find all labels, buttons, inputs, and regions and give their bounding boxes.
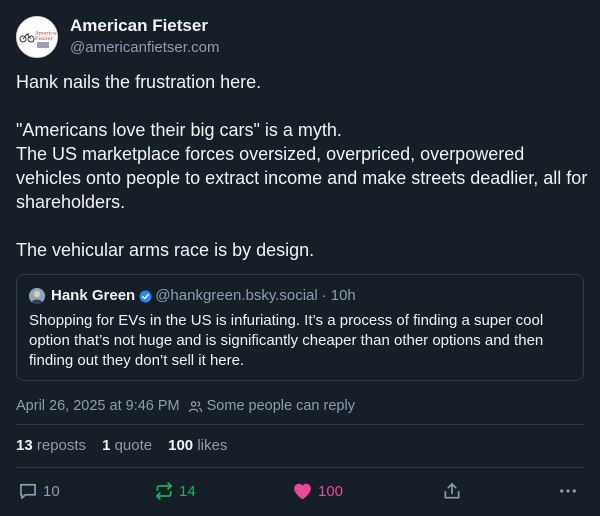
quotes-label: quote	[114, 437, 153, 454]
repost-icon	[154, 481, 174, 501]
quote-separator: ·	[321, 287, 327, 304]
repost-count: 14	[179, 482, 196, 500]
author-avatar[interactable]: American Fietser	[16, 16, 58, 58]
quote-timestamp[interactable]: 10h	[331, 287, 356, 305]
verified-badge-icon	[139, 290, 152, 303]
repost-button[interactable]: 14	[154, 478, 196, 504]
likes-count: 100	[168, 437, 194, 454]
author-names: American Fietser @americanfietser.com	[70, 16, 219, 58]
post-meta: April 26, 2025 at 9:46 PM Some people ca…	[16, 397, 355, 415]
post-paragraph: Hank nails the frustration here.	[16, 72, 262, 92]
post-paragraph: "Americans love their big cars" is a myt…	[16, 120, 342, 140]
post-body: Hank nails the frustration here. "Americ…	[16, 70, 588, 262]
action-bar: 10 14 100	[0, 478, 600, 504]
reposts-label: reposts	[36, 437, 87, 454]
quote-author-name[interactable]: Hank Green	[51, 287, 135, 305]
heart-icon	[292, 481, 313, 502]
reply-count: 10	[43, 482, 60, 500]
reply-button[interactable]: 10	[18, 478, 60, 504]
post-header: American Fietser American Fietser @ameri…	[16, 16, 219, 58]
post-card: American Fietser American Fietser @ameri…	[0, 0, 600, 516]
quotes-count: 1	[102, 437, 111, 454]
quoted-post[interactable]: Hank Green @hankgreen.bsky.social · 10h …	[16, 274, 584, 381]
share-icon	[442, 481, 462, 501]
likes-label: likes	[197, 437, 228, 454]
more-icon	[558, 481, 578, 501]
author-handle[interactable]: @americanfietser.com	[70, 38, 219, 58]
post-timestamp: April 26, 2025 at 9:46 PM	[16, 398, 180, 414]
svg-text:Fietser: Fietser	[35, 36, 54, 42]
reposts-stat[interactable]: 13 reposts	[16, 436, 86, 456]
reposts-count: 13	[16, 437, 33, 454]
engagement-stats: 13 reposts 1 quote 100 likes	[16, 436, 243, 456]
quote-avatar-image	[29, 288, 45, 304]
like-button[interactable]: 100	[292, 478, 343, 504]
author-display-name[interactable]: American Fietser	[70, 16, 219, 36]
quote-author-avatar[interactable]	[29, 288, 45, 304]
reply-icon	[18, 481, 38, 501]
quotes-stat[interactable]: 1 quote	[102, 436, 152, 456]
divider	[16, 424, 584, 425]
quote-text: Shopping for EVs in the US is infuriatin…	[29, 312, 544, 369]
reply-setting[interactable]: Some people can reply	[207, 397, 355, 415]
quote-header: Hank Green @hankgreen.bsky.social · 10h	[29, 287, 571, 305]
like-count: 100	[318, 482, 344, 500]
post-paragraph: The US marketplace forces oversized, ove…	[16, 144, 588, 212]
more-options-button[interactable]	[558, 478, 583, 504]
divider	[16, 467, 584, 468]
quote-author-handle[interactable]: @hankgreen.bsky.social	[155, 287, 318, 305]
people-icon	[188, 399, 203, 414]
share-button[interactable]	[442, 478, 467, 504]
likes-stat[interactable]: 100 likes	[168, 436, 227, 456]
avatar-logo: American Fietser	[17, 17, 57, 57]
post-paragraph: The vehicular arms race is by design.	[16, 240, 315, 260]
